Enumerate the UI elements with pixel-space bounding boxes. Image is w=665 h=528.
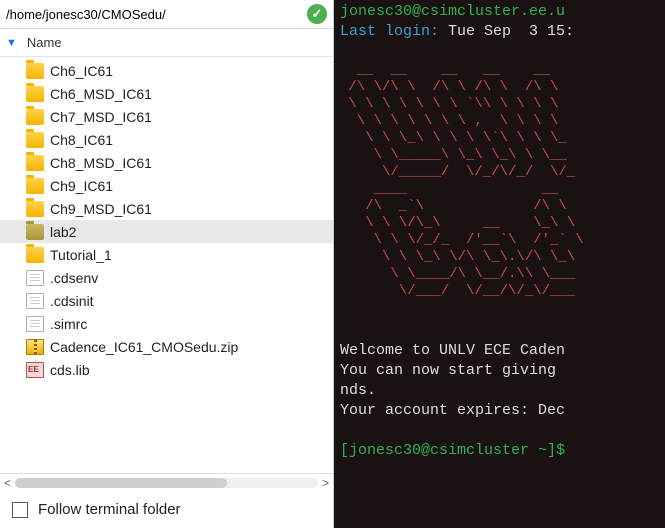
terminal-last-login-value: Tue Sep 3 15: [439,23,574,40]
file-label: Ch8_IC61 [50,132,113,148]
file-row[interactable]: .cdsenv [0,266,333,289]
file-label: lab2 [50,224,76,240]
scroll-track[interactable] [15,478,318,488]
terminal-userhost: jonesc30@csimcluster.ee.u [340,3,565,20]
terminal-ascii-art: __ __ __ __ __ /\ \/\ \ /\ \ /\ \ /\ \ \… [340,62,584,300]
file-label: .cdsinit [50,293,94,309]
file-label: Ch6_MSD_IC61 [50,86,152,102]
file-row[interactable]: Ch9_MSD_IC61 [0,197,333,220]
path-bar: ✓ [0,0,333,29]
file-label: Ch6_IC61 [50,63,113,79]
column-header-row[interactable]: ▼ Name [0,29,333,57]
file-label: cds.lib [50,362,90,378]
file-row[interactable]: Ch9_IC61 [0,174,333,197]
disclosure-triangle-icon[interactable]: ▼ [6,37,17,49]
terminal-expires: Your account expires: Dec [340,402,574,419]
path-input[interactable] [6,5,307,24]
file-label: Tutorial_1 [50,247,112,263]
file-icon [26,316,44,332]
follow-terminal-label: Follow terminal folder [38,501,181,518]
horizontal-scrollbar[interactable]: < > [0,473,333,491]
status-ok-icon: ✓ [307,4,327,24]
folder-icon [26,109,44,125]
folder-icon [26,132,44,148]
file-row[interactable]: .simrc [0,312,333,335]
file-label: Cadence_IC61_CMOSedu.zip [50,339,238,355]
file-row[interactable]: Ch6_MSD_IC61 [0,82,333,105]
folder-icon [26,178,44,194]
lib-icon: EE [26,362,44,378]
folder-icon [26,247,44,263]
follow-terminal-checkbox[interactable] [12,502,28,518]
file-label: .simrc [50,316,87,332]
file-row[interactable]: lab2 [0,220,333,243]
terminal-welcome-line1: Welcome to UNLV ECE Caden [340,342,565,359]
file-row[interactable]: EE cds.lib [0,358,333,381]
file-row[interactable]: Cadence_IC61_CMOSedu.zip [0,335,333,358]
file-row[interactable]: Ch6_IC61 [0,59,333,82]
file-label: Ch9_MSD_IC61 [50,201,152,217]
follow-terminal-row[interactable]: Follow terminal folder [0,491,333,528]
scroll-thumb[interactable] [15,478,227,488]
zip-icon [26,339,44,355]
file-row[interactable]: Ch7_MSD_IC61 [0,105,333,128]
terminal-prompt[interactable]: [jonesc30@csimcluster ~]$ [340,442,565,459]
scroll-left-icon[interactable]: < [4,476,11,490]
file-row[interactable]: Ch8_MSD_IC61 [0,151,333,174]
file-label: Ch7_MSD_IC61 [50,109,152,125]
file-row[interactable]: Tutorial_1 [0,243,333,266]
terminal-welcome-line3: nds. [340,382,376,399]
terminal-welcome-line2: You can now start giving [340,362,565,379]
folder-icon [26,201,44,217]
file-row[interactable]: Ch8_IC61 [0,128,333,151]
file-row[interactable]: .cdsinit [0,289,333,312]
file-label: .cdsenv [50,270,98,286]
column-header-name[interactable]: Name [27,35,323,50]
file-browser-pane: ✓ ▼ Name Ch6_IC61 Ch6_MSD_IC61 Ch7_MSD_IC6… [0,0,334,528]
folder-icon [26,155,44,171]
folder-icon [26,86,44,102]
file-list[interactable]: Ch6_IC61 Ch6_MSD_IC61 Ch7_MSD_IC61 Ch8_IC61… [0,57,333,473]
file-label: Ch8_MSD_IC61 [50,155,152,171]
file-icon [26,270,44,286]
folder-icon [26,63,44,79]
folder-open-icon [26,224,44,240]
terminal-pane[interactable]: jonesc30@csimcluster.ee.u Last login: Tu… [334,0,665,528]
file-icon [26,293,44,309]
terminal-last-login-label: Last login: [340,23,439,40]
scroll-right-icon[interactable]: > [322,476,329,490]
file-label: Ch9_IC61 [50,178,113,194]
